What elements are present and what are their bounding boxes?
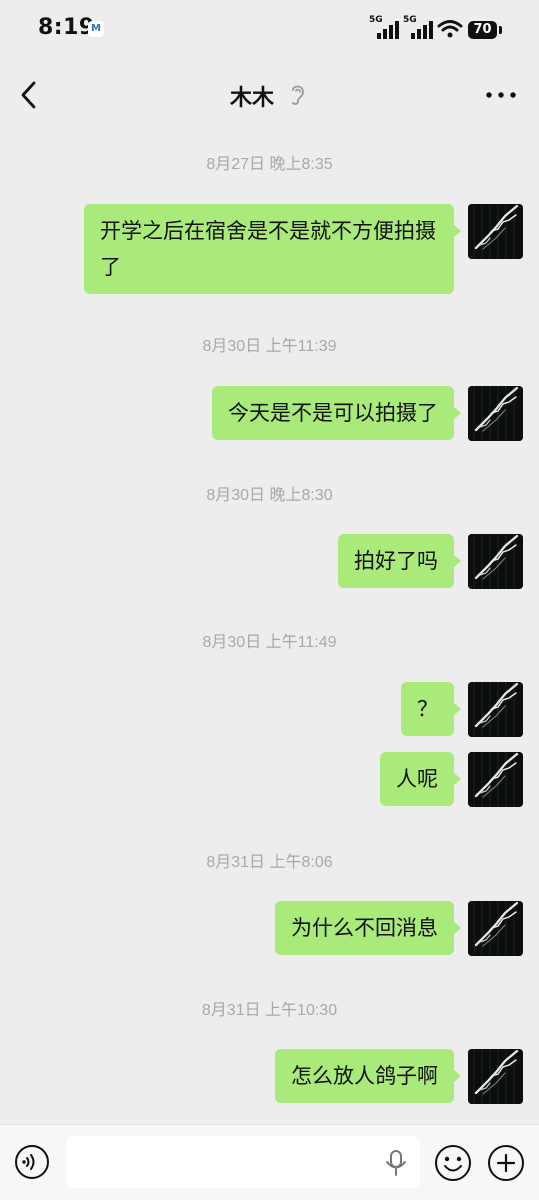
- more-icon[interactable]: [484, 89, 518, 101]
- network-type-label-2: 5G: [403, 15, 417, 25]
- gmail-icon: M: [88, 21, 104, 37]
- cellular-signal-2: 5G: [403, 15, 433, 41]
- signal-bar-icon: [417, 29, 421, 39]
- avatar[interactable]: [468, 752, 523, 807]
- avatar[interactable]: [468, 204, 523, 259]
- status-bar: 8:19 M 5G 5G 70: [0, 0, 539, 62]
- message-input[interactable]: [66, 1136, 420, 1188]
- avatar[interactable]: [468, 1049, 523, 1104]
- timestamp: 8月30日 晚上8:30: [206, 487, 333, 504]
- message-bubble[interactable]: 人呢: [380, 752, 461, 806]
- wifi-icon: [437, 20, 463, 38]
- timestamp: 8月27日 晚上8:35: [206, 156, 333, 173]
- ear-icon: [292, 85, 304, 105]
- timestamp: 8月31日 上午8:06: [206, 854, 333, 871]
- timestamp: 8月30日 上午11:49: [202, 634, 337, 651]
- battery-tip: [499, 26, 502, 34]
- message-input-bar: [0, 1124, 539, 1200]
- hand-avatar-icon: [468, 204, 523, 259]
- message-list: 8月27日 晚上8:35 开学之后在宿舍是不是就不方便拍摄了 8月30日 上午1…: [0, 128, 539, 1124]
- microphone-icon[interactable]: [384, 1149, 408, 1177]
- message-bubble[interactable]: 开学之后在宿舍是不是就不方便拍摄了: [84, 204, 461, 294]
- message-bubble[interactable]: ？: [401, 682, 461, 736]
- hand-avatar-icon: [468, 1049, 523, 1104]
- hand-avatar-icon: [468, 682, 523, 737]
- battery-icon: 70: [468, 21, 497, 39]
- hand-avatar-icon: [468, 901, 523, 956]
- signal-bar-icon: [377, 33, 381, 39]
- signal-bar-icon: [411, 33, 415, 39]
- hand-avatar-icon: [468, 534, 523, 589]
- timestamp: 8月31日 上午10:30: [201, 1002, 338, 1019]
- message-bubble[interactable]: 为什么不回消息: [275, 901, 461, 955]
- voice-icon[interactable]: [14, 1144, 50, 1180]
- network-type-label-1: 5G: [369, 15, 383, 25]
- message-bubble[interactable]: 拍好了吗: [338, 534, 461, 588]
- signal-bar-icon: [429, 21, 433, 39]
- signal-bar-icon: [383, 29, 387, 39]
- timestamp: 8月30日 上午11:39: [202, 338, 337, 355]
- message-bubble[interactable]: 今天是不是可以拍摄了: [212, 386, 461, 440]
- emoji-icon[interactable]: [434, 1144, 472, 1182]
- message-bubble[interactable]: 怎么放人鸽子啊: [275, 1049, 461, 1103]
- avatar[interactable]: [468, 534, 523, 589]
- chat-title: 木木: [229, 86, 274, 111]
- avatar[interactable]: [468, 901, 523, 956]
- cellular-signal-1: 5G: [369, 15, 399, 41]
- hand-avatar-icon: [468, 752, 523, 807]
- chat-header: 木木: [0, 62, 539, 128]
- avatar[interactable]: [468, 386, 523, 441]
- avatar[interactable]: [468, 682, 523, 737]
- hand-avatar-icon: [468, 386, 523, 441]
- signal-bar-icon: [389, 25, 393, 39]
- plus-icon[interactable]: [487, 1144, 525, 1182]
- status-time: 8:19: [38, 15, 95, 40]
- signal-bar-icon: [423, 25, 427, 39]
- signal-bar-icon: [395, 21, 399, 39]
